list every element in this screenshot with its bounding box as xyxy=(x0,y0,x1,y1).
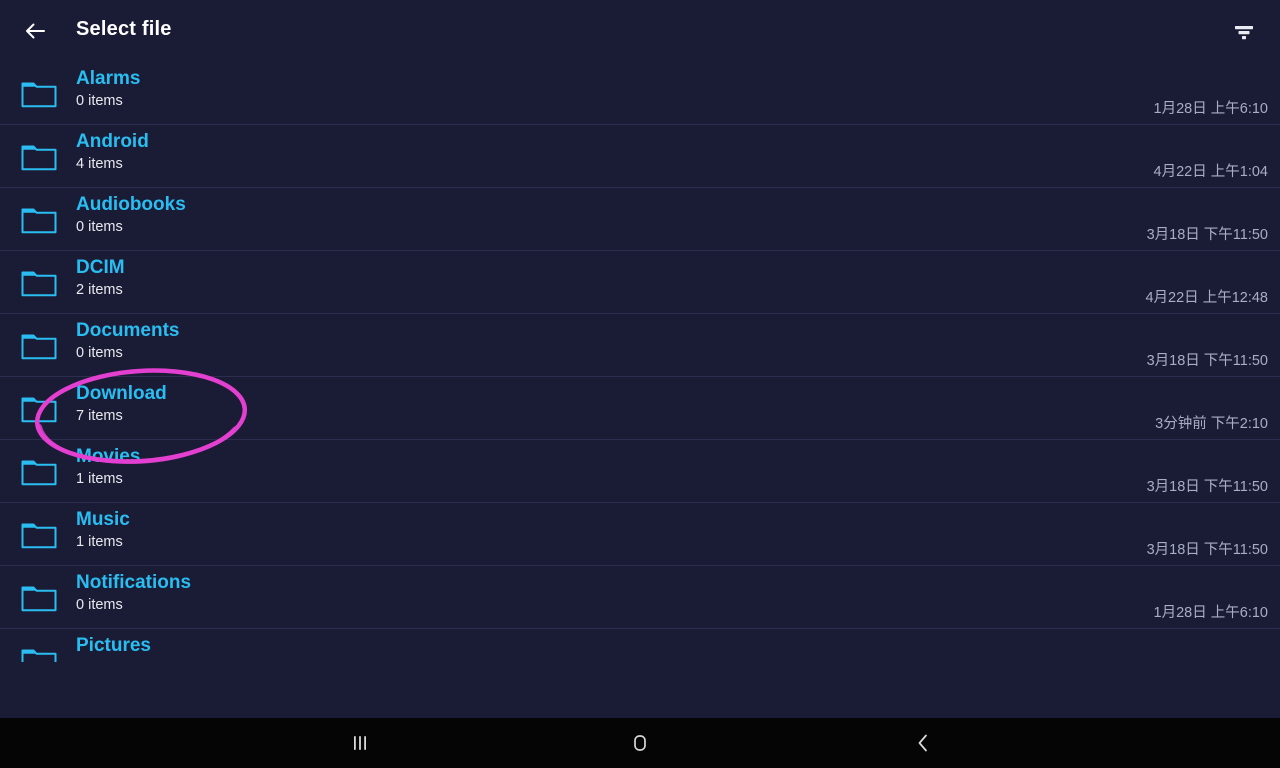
file-row-text: Music 1 items xyxy=(76,508,130,552)
file-name: Documents xyxy=(76,320,180,341)
folder-icon xyxy=(20,266,58,298)
folder-icon xyxy=(20,77,58,109)
file-row-text: Documents 0 items xyxy=(76,319,179,363)
folder-icon xyxy=(20,455,58,487)
file-row[interactable]: Audiobooks 0 items 3月18日 下午11:50 xyxy=(0,188,1280,251)
file-item-count: 1 items xyxy=(76,471,123,487)
recents-icon[interactable] xyxy=(315,718,405,768)
folder-icon xyxy=(20,392,58,424)
file-row-text: DCIM 2 items xyxy=(76,256,125,300)
file-name: Pictures xyxy=(76,635,151,656)
folder-icon xyxy=(20,140,58,172)
file-modified-date: 3月18日 下午11:50 xyxy=(1146,542,1268,558)
file-row[interactable]: Android 4 items 4月22日 上午1:04 xyxy=(0,125,1280,188)
file-item-count: 4 items xyxy=(76,156,123,172)
app-bar: Select file xyxy=(0,0,1280,62)
file-modified-date: 4月22日 上午1:04 xyxy=(1153,164,1268,180)
file-row[interactable]: Download 7 items 3分钟前 下午2:10 xyxy=(0,377,1280,440)
folder-icon xyxy=(20,518,58,550)
file-row[interactable]: Alarms 0 items 1月28日 上午6:10 xyxy=(0,62,1280,125)
file-modified-date: 1月28日 上午6:10 xyxy=(1153,101,1268,117)
file-item-count: 0 items xyxy=(76,219,123,235)
file-item-count: 1 items xyxy=(76,534,123,550)
file-picker-screen: Select file Alarms 0 items 1月28日 上午6:10 And… xyxy=(0,0,1280,768)
file-row-text: Pictures xyxy=(76,634,151,658)
folder-icon xyxy=(20,203,58,235)
file-modified-date: 3分钟前 下午2:10 xyxy=(1155,416,1268,432)
file-row[interactable]: Notifications 0 items 1月28日 上午6:10 xyxy=(0,566,1280,629)
file-modified-date: 3月18日 下午11:50 xyxy=(1146,479,1268,495)
file-row-text: Movies 1 items xyxy=(76,445,140,489)
filter-icon[interactable] xyxy=(1228,15,1260,47)
file-name: DCIM xyxy=(76,257,125,278)
file-row[interactable]: Documents 0 items 3月18日 下午11:50 xyxy=(0,314,1280,377)
file-list[interactable]: Alarms 0 items 1月28日 上午6:10 Android 4 items 4… xyxy=(0,62,1280,662)
folder-icon xyxy=(20,644,58,662)
file-modified-date: 3月18日 下午11:50 xyxy=(1146,227,1268,243)
file-row-text: Alarms 0 items xyxy=(76,67,140,111)
file-row-text: Android 4 items xyxy=(76,130,149,174)
file-name: Android xyxy=(76,131,149,152)
page-title: Select file xyxy=(76,18,172,40)
folder-icon xyxy=(20,329,58,361)
arrow-left-icon[interactable] xyxy=(20,16,50,46)
file-row[interactable]: Movies 1 items 3月18日 下午11:50 xyxy=(0,440,1280,503)
file-item-count: 0 items xyxy=(76,93,123,109)
file-name: Music xyxy=(76,509,130,530)
file-row-text: Download 7 items xyxy=(76,382,167,426)
file-row[interactable]: DCIM 2 items 4月22日 上午12:48 xyxy=(0,251,1280,314)
file-modified-date: 1月28日 上午6:10 xyxy=(1153,605,1268,621)
file-item-count: 7 items xyxy=(76,408,123,424)
back-chevron-icon[interactable] xyxy=(878,718,968,768)
file-row-text: Notifications 0 items xyxy=(76,571,191,615)
file-row[interactable]: Pictures xyxy=(0,629,1280,662)
folder-icon xyxy=(20,581,58,613)
file-name: Audiobooks xyxy=(76,194,186,215)
file-item-count: 0 items xyxy=(76,345,123,361)
file-item-count: 0 items xyxy=(76,597,123,613)
file-name: Alarms xyxy=(76,68,141,89)
home-icon[interactable] xyxy=(595,718,685,768)
file-name: Download xyxy=(76,383,167,404)
system-navigation-bar xyxy=(0,718,1280,768)
file-name: Notifications xyxy=(76,572,192,593)
file-row-text: Audiobooks 0 items xyxy=(76,193,186,237)
file-row[interactable]: Music 1 items 3月18日 下午11:50 xyxy=(0,503,1280,566)
file-name: Movies xyxy=(76,446,141,467)
file-modified-date: 4月22日 上午12:48 xyxy=(1145,290,1268,306)
file-modified-date: 3月18日 下午11:50 xyxy=(1146,353,1268,369)
file-item-count: 2 items xyxy=(76,282,123,298)
